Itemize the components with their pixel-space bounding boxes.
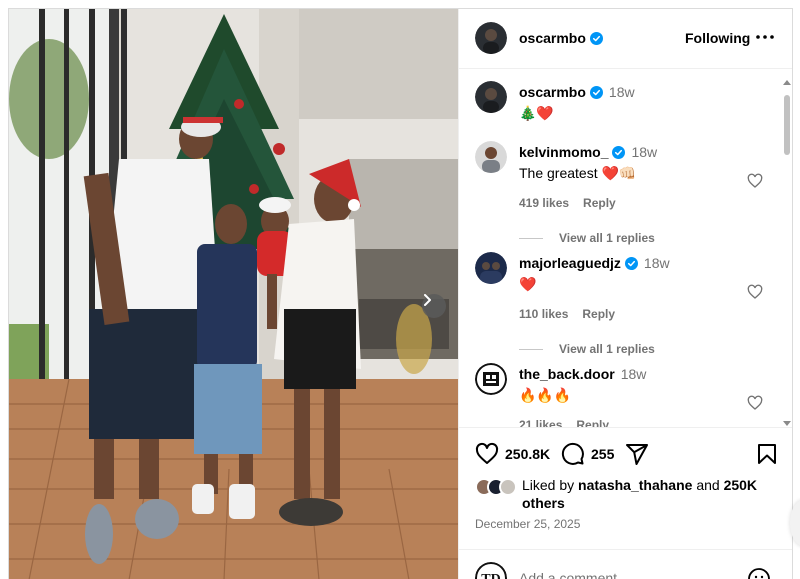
liked-by-avatars [475, 478, 521, 496]
caption-username[interactable]: oscarmbo [519, 84, 586, 100]
next-photo-button[interactable] [422, 294, 446, 318]
caption-avatar[interactable] [475, 81, 507, 113]
comment-heart-icon[interactable] [747, 284, 763, 300]
comment-avatar[interactable] [475, 252, 507, 284]
comment-time: 18w [620, 366, 647, 382]
like-count: 250.8K [505, 446, 551, 462]
comment-meta: 419 likes Reply [519, 196, 630, 210]
bookmark-icon [758, 444, 776, 464]
comment-header: kelvinmomo_ 18w [519, 144, 657, 160]
liked-by-summary: Liked by natasha_thahane and 250K others [475, 476, 775, 512]
comment-text: The greatest ❤️👊🏻 [519, 165, 637, 181]
view-replies-button[interactable]: View all 1 replies [519, 231, 655, 245]
comment-header: majorleaguedjz 18w [519, 255, 670, 271]
comment-button[interactable]: 255 [561, 442, 614, 466]
comment-likes[interactable]: 21 likes [519, 418, 562, 427]
reply-button[interactable]: Reply [576, 418, 609, 427]
chevron-right-icon [424, 294, 431, 306]
svg-text:TD: TD [481, 572, 500, 579]
verified-badge-icon [589, 86, 603, 99]
comment-username[interactable]: the_back.door [519, 366, 615, 382]
scrollbar-thumb[interactable] [784, 95, 790, 155]
following-button[interactable]: Following [685, 30, 750, 46]
save-button[interactable] [755, 442, 779, 466]
comment-avatar[interactable] [475, 363, 507, 395]
comment-username[interactable]: majorleaguedjz [519, 255, 621, 271]
post-header: oscarmbo Following [459, 9, 792, 69]
reply-button[interactable]: Reply [583, 196, 616, 210]
comment-meta: 21 likes Reply [519, 418, 623, 427]
comment-likes[interactable]: 110 likes [519, 307, 568, 321]
scroll-up-arrow-icon[interactable] [783, 79, 791, 87]
scroll-down-arrow-icon[interactable] [783, 419, 791, 427]
paper-plane-icon [626, 444, 648, 465]
comment-heart-icon[interactable] [747, 395, 763, 411]
comments-scrollbar[interactable] [781, 79, 792, 429]
comment-likes[interactable]: 419 likes [519, 196, 569, 210]
comment-text: 🔥🔥🔥 [519, 387, 572, 403]
verified-badge-icon [624, 257, 638, 270]
liker-avatar [499, 478, 517, 496]
verified-badge-icon [612, 146, 626, 159]
add-comment-row: TD [459, 549, 792, 579]
like-button[interactable]: 250.8K [475, 442, 550, 466]
caption-header: oscarmbo 18w [519, 84, 635, 100]
post-photo[interactable] [9, 9, 458, 579]
post-side-panel: oscarmbo Following oscarmbo 18w 🎄❤️ kelv… [458, 9, 792, 579]
smiley-icon[interactable] [747, 567, 771, 579]
comment-text: ❤️ [519, 276, 537, 292]
comment-time: 18w [643, 255, 670, 271]
caption-time: 18w [608, 84, 635, 100]
view-replies-button[interactable]: View all 1 replies [519, 342, 655, 356]
ellipsis-icon[interactable] [755, 31, 775, 43]
family-photo-illustration [9, 9, 458, 579]
comment-meta: 110 likes Reply [519, 307, 629, 321]
comment-header: the_back.door 18w [519, 366, 646, 382]
author-avatar[interactable] [475, 22, 507, 54]
post-date[interactable]: December 25, 2025 [475, 517, 580, 531]
comment-time: 18w [631, 144, 658, 160]
comments-list[interactable]: oscarmbo 18w 🎄❤️ kelvinmomo_ 18w The great… [459, 69, 792, 427]
post-actions: 250.8K 255 [459, 427, 792, 471]
comment-bubble-icon [561, 442, 584, 465]
instagram-post-modal: oscarmbo Following oscarmbo 18w 🎄❤️ kelv… [8, 8, 793, 579]
comment-count: 255 [591, 446, 615, 462]
heart-icon [475, 442, 499, 464]
reply-button[interactable]: Reply [582, 307, 615, 321]
liked-by-user[interactable]: natasha_thahane [578, 477, 692, 493]
share-button[interactable] [625, 442, 649, 466]
comment-avatar[interactable] [475, 141, 507, 173]
add-comment-input[interactable] [519, 570, 739, 579]
caption-text: 🎄❤️ [519, 105, 554, 121]
comment-heart-icon[interactable] [747, 173, 763, 189]
viewer-avatar: TD [475, 562, 507, 579]
verified-badge-icon [589, 32, 603, 45]
author-username[interactable]: oscarmbo [519, 30, 603, 46]
comment-username[interactable]: kelvinmomo_ [519, 144, 608, 160]
